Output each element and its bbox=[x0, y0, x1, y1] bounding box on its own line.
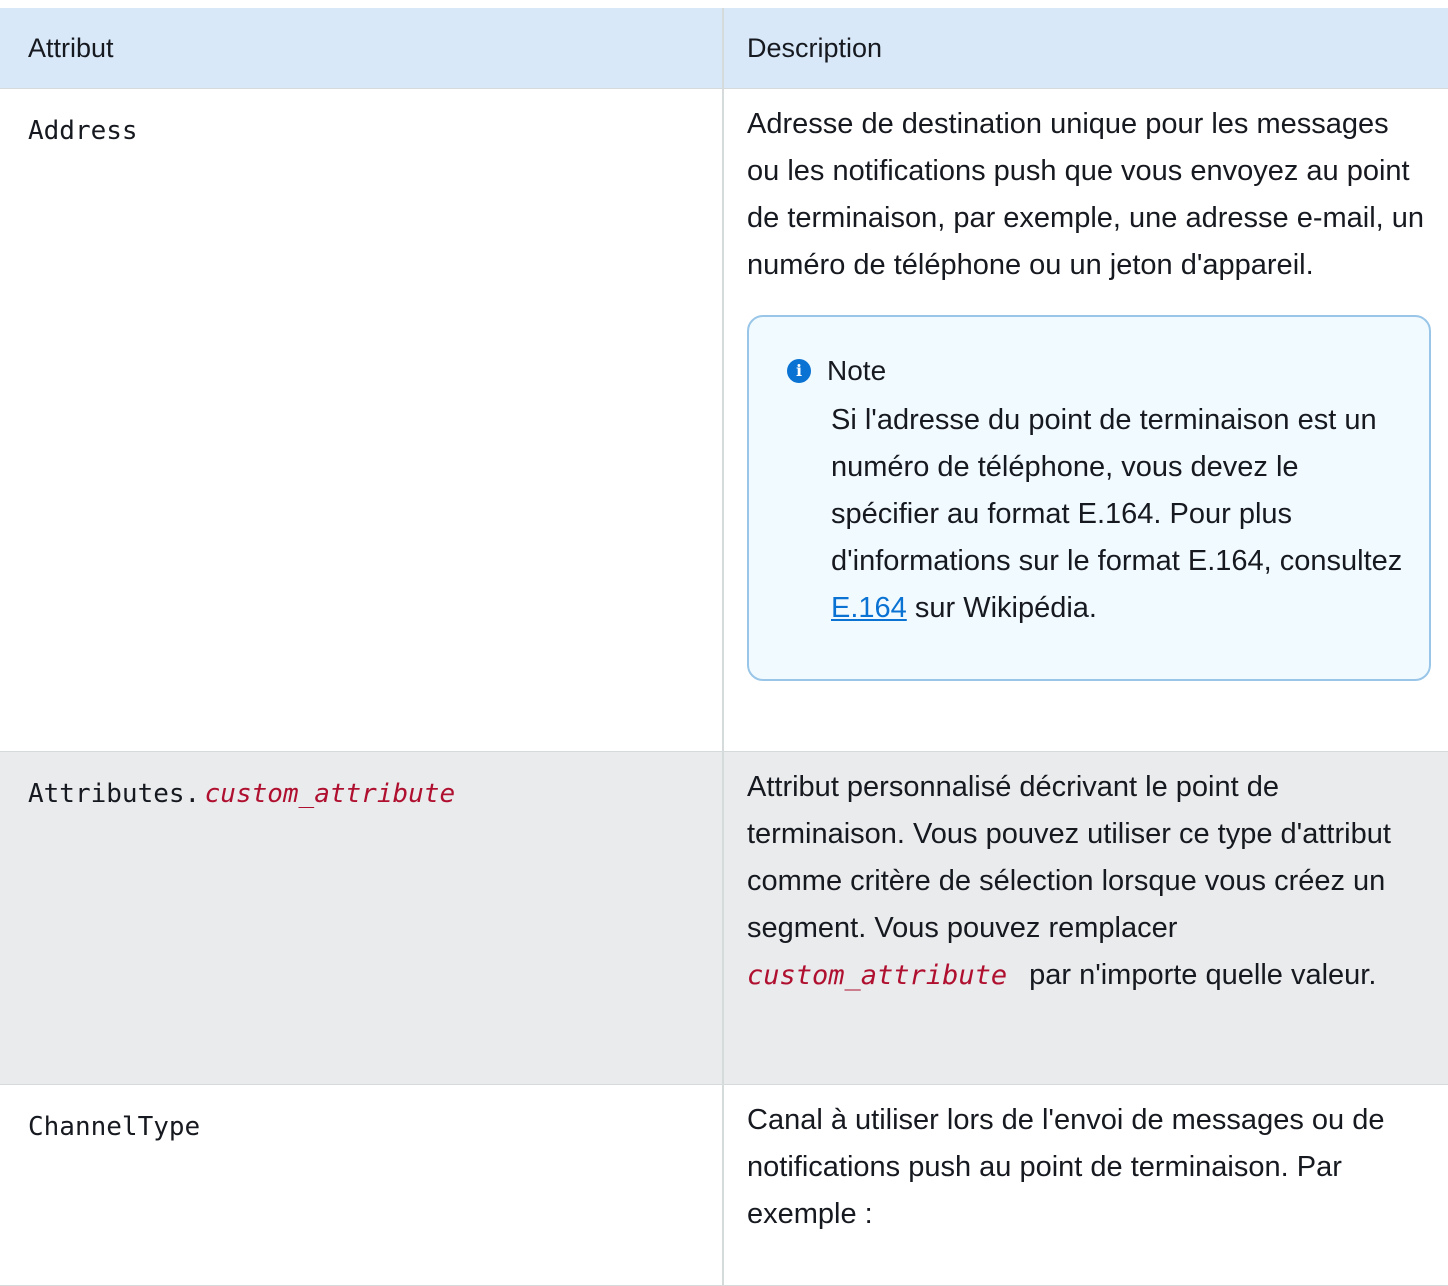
attribute-cell: Address bbox=[0, 89, 724, 751]
attribute-name: ChannelType bbox=[28, 1112, 201, 1142]
note-text: Si l'adresse du point de terminaison est… bbox=[831, 404, 1403, 577]
e164-wikipedia-link[interactable]: E.164 bbox=[831, 592, 907, 624]
table-row: Address Adresse de destination unique po… bbox=[0, 89, 1448, 752]
table-header-row: Attribut Description bbox=[0, 8, 1448, 89]
attributes-table: Attribut Description Address Adresse de … bbox=[0, 8, 1448, 1286]
description-text-start: Attribut personnalisé décrivant le point… bbox=[747, 771, 1391, 944]
attribute-name: Address bbox=[28, 116, 138, 146]
description-cell: Attribut personnalisé décrivant le point… bbox=[724, 752, 1448, 1084]
description-cell: Adresse de destination unique pour les m… bbox=[724, 89, 1448, 751]
info-icon: i bbox=[787, 359, 811, 383]
description-text: Adresse de destination unique pour les m… bbox=[747, 108, 1425, 281]
attribute-cell: ChannelType bbox=[0, 1085, 724, 1285]
note-text-end: sur Wikipédia. bbox=[906, 592, 1097, 624]
attribute-variable: custom_attribute bbox=[204, 779, 456, 809]
column-header-description: Description bbox=[747, 33, 883, 63]
note-box: i Note Si l'adresse du point de terminai… bbox=[747, 315, 1431, 681]
description-cell: Canal à utiliser lors de l'envoi de mess… bbox=[724, 1085, 1448, 1285]
description-variable: custom_attribute bbox=[747, 960, 1008, 991]
description-text-end: par n'importe quelle valeur. bbox=[1029, 959, 1377, 991]
attribute-cell: Attributes. custom_attribute bbox=[0, 752, 724, 1084]
attribute-name-prefix: Attributes. bbox=[28, 779, 201, 809]
description-text: Attribut personnalisé décrivant le point… bbox=[747, 752, 1428, 999]
description-text: Canal à utiliser lors de l'envoi de mess… bbox=[747, 1104, 1385, 1230]
column-header-attribute: Attribut bbox=[0, 8, 724, 88]
table-row: Attributes. custom_attribute Attribut pe… bbox=[0, 752, 1448, 1085]
note-body: Si l'adresse du point de terminaison est… bbox=[787, 397, 1409, 632]
note-title: Note bbox=[827, 355, 887, 386]
table-row: ChannelType Canal à utiliser lors de l'e… bbox=[0, 1085, 1448, 1286]
note-header: i Note bbox=[787, 351, 1409, 391]
